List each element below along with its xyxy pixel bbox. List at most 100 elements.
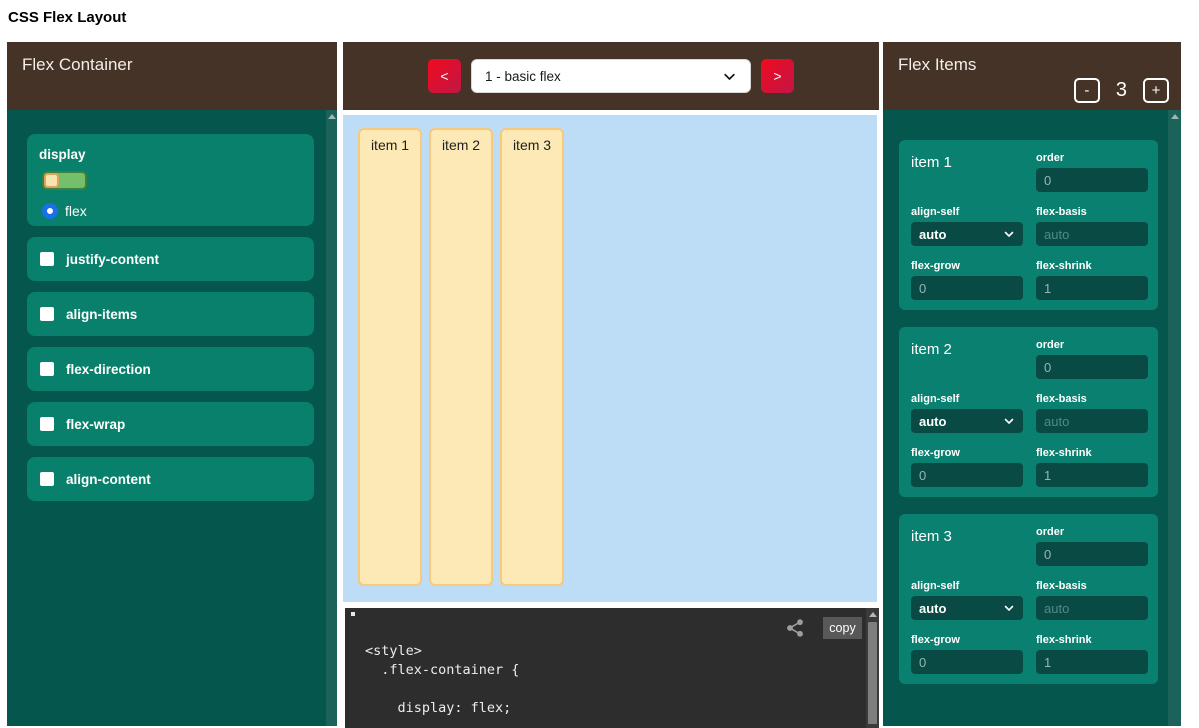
flex-items-panel: Flex Items - 3 + item 1 order align-self…	[883, 42, 1181, 726]
item-2-align-self-field: align-self auto	[911, 393, 1023, 433]
item-count-control: - 3 +	[1074, 78, 1169, 103]
align-self-select[interactable]: auto	[911, 222, 1023, 246]
flex-shrink-input[interactable]	[1036, 276, 1148, 300]
flex-shrink-label: flex-shrink	[1036, 634, 1148, 646]
item-1-align-self-field: align-self auto	[911, 206, 1023, 246]
property-card-flex-direction: flex-direction	[27, 347, 314, 391]
align-self-select[interactable]: auto	[911, 409, 1023, 433]
flex-grow-input[interactable]	[911, 463, 1023, 487]
flex-shrink-label: flex-shrink	[1036, 447, 1148, 459]
property-card-align-content: align-content	[27, 457, 314, 501]
code-scrollbar[interactable]	[866, 608, 879, 728]
example-select[interactable]: 1 - basic flex	[471, 59, 751, 93]
item-1-order-field: order	[1036, 152, 1148, 192]
align-self-label: align-self	[911, 206, 1023, 218]
flex-radio[interactable]	[42, 203, 58, 219]
flex-container-panel-title: Flex Container	[22, 55, 133, 74]
example-select-value: 1 - basic flex	[485, 69, 561, 84]
item-count-value: 3	[1116, 79, 1127, 102]
flex-direction-label: flex-direction	[66, 362, 151, 377]
next-example-button[interactable]: >	[761, 59, 794, 93]
align-self-value: auto	[919, 227, 946, 242]
flex-shrink-input[interactable]	[1036, 463, 1148, 487]
chevron-down-icon	[1003, 415, 1015, 427]
flex-basis-label: flex-basis	[1036, 206, 1148, 218]
flex-shrink-input[interactable]	[1036, 650, 1148, 674]
flex-shrink-label: flex-shrink	[1036, 260, 1148, 272]
item-2-order-field: order	[1036, 339, 1148, 379]
scroll-up-icon[interactable]	[869, 612, 877, 617]
item-3-flex-grow-field: flex-grow	[911, 634, 1023, 674]
css-code-block: <style> .flex-container { display: flex;	[365, 642, 519, 718]
align-self-label: align-self	[911, 580, 1023, 592]
align-items-checkbox[interactable]	[40, 307, 54, 321]
align-self-value: auto	[919, 414, 946, 429]
flex-grow-label: flex-grow	[911, 634, 1023, 646]
copy-button[interactable]: copy	[823, 617, 862, 639]
share-icon[interactable]	[785, 618, 805, 638]
item-2-flex-shrink-field: flex-shrink	[1036, 447, 1148, 487]
scrollbar-thumb[interactable]	[868, 622, 877, 724]
flex-container-panel-body: display flex justify-content align-items	[7, 110, 337, 726]
flex-direction-checkbox[interactable]	[40, 362, 54, 376]
item-1-name: item 1	[911, 152, 1023, 192]
display-label: display	[39, 147, 314, 162]
property-card-justify-content: justify-content	[27, 237, 314, 281]
flex-basis-label: flex-basis	[1036, 393, 1148, 405]
page-title: CSS Flex Layout	[8, 9, 126, 26]
align-self-select[interactable]: auto	[911, 596, 1023, 620]
item-2-name: item 2	[911, 339, 1023, 379]
item-3-flex-basis-field: flex-basis	[1036, 580, 1148, 620]
scroll-up-icon[interactable]	[328, 114, 336, 119]
order-input[interactable]	[1036, 168, 1148, 192]
item-3-order-field: order	[1036, 526, 1148, 566]
remove-item-button[interactable]: -	[1074, 78, 1100, 103]
flex-wrap-label: flex-wrap	[66, 417, 125, 432]
order-input[interactable]	[1036, 355, 1148, 379]
scroll-up-icon[interactable]	[1171, 114, 1179, 119]
display-toggle[interactable]	[42, 171, 87, 190]
flex-items-panel-body: item 1 order align-self auto flex-basis	[883, 110, 1181, 726]
preview-item-2: item 2	[429, 128, 493, 586]
container-panel-scrollbar[interactable]	[326, 110, 337, 726]
flex-basis-input[interactable]	[1036, 596, 1148, 620]
toggle-knob-icon	[44, 173, 59, 188]
align-content-checkbox[interactable]	[40, 472, 54, 486]
flex-container-panel-header: Flex Container	[7, 42, 337, 110]
justify-content-label: justify-content	[66, 252, 159, 267]
flex-items-panel-title: Flex Items	[898, 55, 976, 74]
prev-example-button[interactable]: <	[428, 59, 461, 93]
item-2-flex-grow-field: flex-grow	[911, 447, 1023, 487]
flex-grow-input[interactable]	[911, 650, 1023, 674]
item-1-card: item 1 order align-self auto flex-basis	[899, 140, 1158, 310]
align-items-label: align-items	[66, 307, 137, 322]
flex-basis-input[interactable]	[1036, 409, 1148, 433]
flex-grow-label: flex-grow	[911, 447, 1023, 459]
add-item-button[interactable]: +	[1143, 78, 1169, 103]
item-2-flex-basis-field: flex-basis	[1036, 393, 1148, 433]
justify-content-checkbox[interactable]	[40, 252, 54, 266]
preview-item-1: item 1	[358, 128, 422, 586]
order-input[interactable]	[1036, 542, 1148, 566]
property-card-align-items: align-items	[27, 292, 314, 336]
chevron-down-icon	[1003, 602, 1015, 614]
item-3-name: item 3	[911, 526, 1023, 566]
display-card: display flex	[27, 134, 314, 226]
order-label: order	[1036, 339, 1148, 351]
flex-preview-area: item 1 item 2 item 3	[343, 115, 877, 602]
display-flex-option: flex	[42, 203, 314, 219]
align-content-label: align-content	[66, 472, 151, 487]
item-1-flex-basis-field: flex-basis	[1036, 206, 1148, 246]
item-2-card: item 2 order align-self auto flex-basis	[899, 327, 1158, 497]
cursor-dot-icon	[351, 612, 355, 616]
flex-grow-input[interactable]	[911, 276, 1023, 300]
flex-basis-input[interactable]	[1036, 222, 1148, 246]
container-property-list: display flex justify-content align-items	[27, 134, 314, 512]
items-panel-scrollbar[interactable]	[1168, 110, 1181, 726]
item-1-flex-shrink-field: flex-shrink	[1036, 260, 1148, 300]
flex-wrap-checkbox[interactable]	[40, 417, 54, 431]
flex-grow-label: flex-grow	[911, 260, 1023, 272]
flex-container-panel: Flex Container display flex justify-cont…	[7, 42, 337, 726]
chevron-down-icon	[1003, 228, 1015, 240]
item-3-flex-shrink-field: flex-shrink	[1036, 634, 1148, 674]
